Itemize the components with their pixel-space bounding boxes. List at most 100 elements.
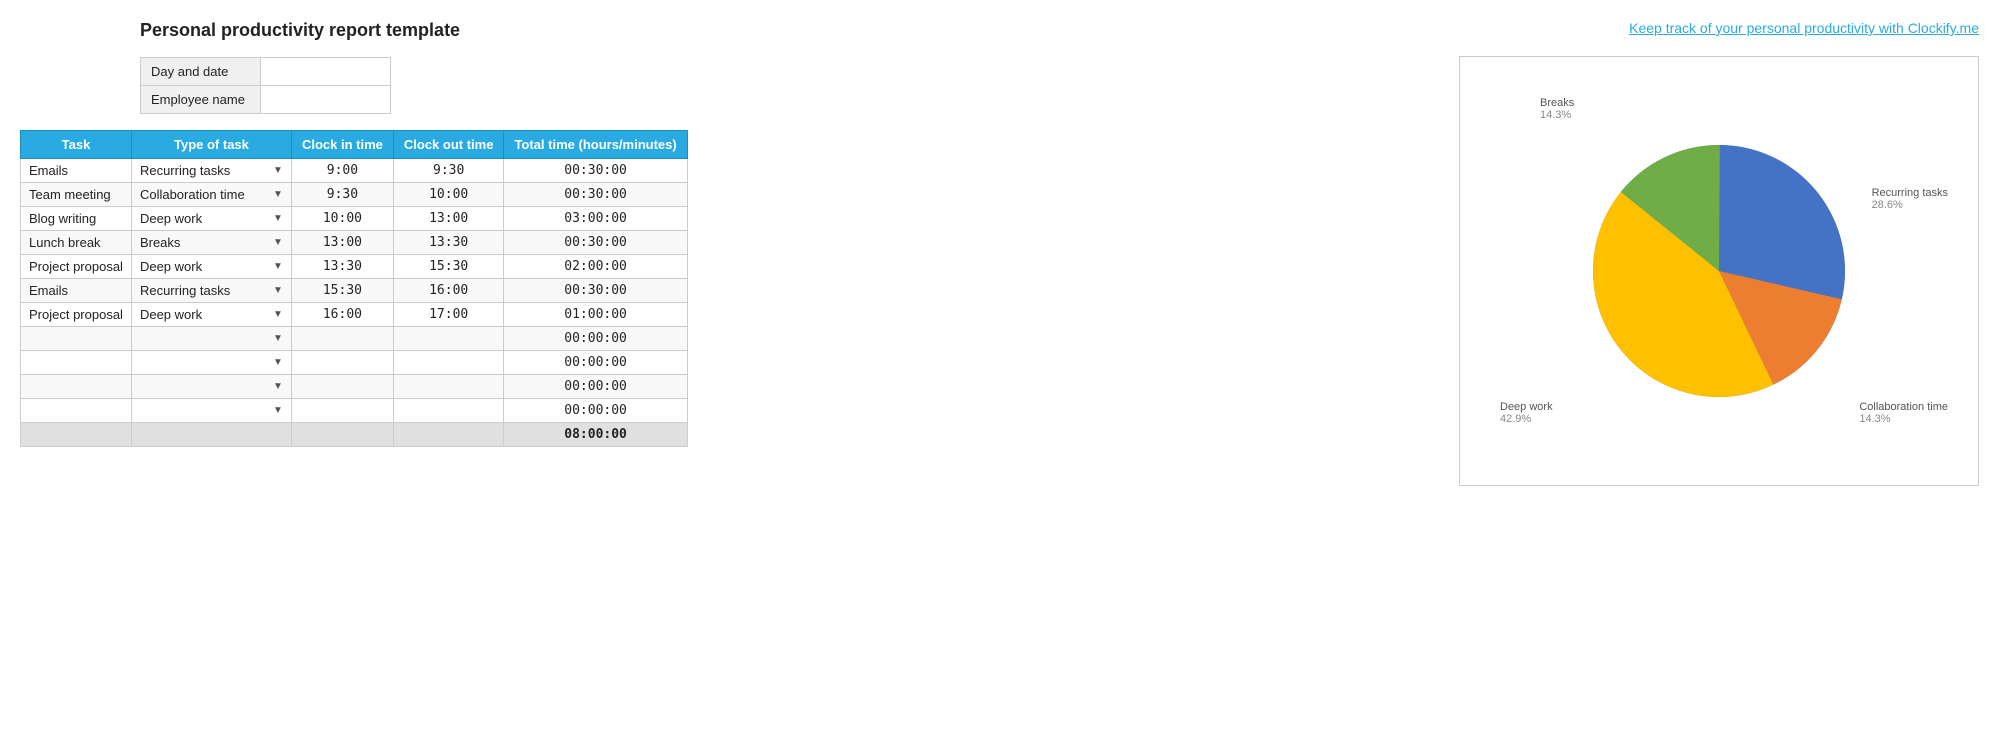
- cell-clock-in[interactable]: 9:30: [291, 183, 393, 207]
- cell-clock-out[interactable]: [393, 375, 504, 399]
- clockify-link[interactable]: Keep track of your personal productivity…: [1629, 20, 1979, 36]
- cell-task[interactable]: Team meeting: [21, 183, 132, 207]
- cell-clock-in[interactable]: [291, 327, 393, 351]
- dropdown-arrow-icon[interactable]: ▼: [273, 285, 283, 296]
- left-section: Personal productivity report template Da…: [20, 20, 688, 447]
- cell-task[interactable]: Project proposal: [21, 303, 132, 327]
- table-row: Project proposalDeep work▼13:3015:3002:0…: [21, 255, 688, 279]
- dropdown-arrow-icon[interactable]: ▼: [273, 357, 283, 368]
- type-label: Recurring tasks: [140, 283, 230, 298]
- cell-clock-in[interactable]: 15:30: [291, 279, 393, 303]
- employee-value[interactable]: [261, 86, 391, 114]
- table-row: ▼ 00:00:00: [21, 399, 688, 423]
- task-table: Task Type of task Clock in time Clock ou…: [20, 130, 688, 447]
- cell-clock-in[interactable]: 10:00: [291, 207, 393, 231]
- type-label: Recurring tasks: [140, 163, 230, 178]
- cell-type[interactable]: Collaboration time ▼: [131, 183, 291, 207]
- cell-clock-out[interactable]: 13:30: [393, 231, 504, 255]
- grand-total: 08:00:00: [504, 423, 687, 447]
- table-row: Emails Recurring tasks ▼ 9:009:3000:30:00: [21, 159, 688, 183]
- chart-container: Breaks 14.3% Recurring tasks 28.6% Deep …: [1459, 56, 1979, 486]
- cell-total: 03:00:00: [504, 207, 687, 231]
- cell-clock-out[interactable]: [393, 399, 504, 423]
- label-breaks: Breaks 14.3%: [1540, 97, 1574, 121]
- type-label: Collaboration time: [140, 187, 245, 202]
- cell-clock-out[interactable]: 13:00: [393, 207, 504, 231]
- dropdown-arrow-icon[interactable]: ▼: [273, 333, 283, 344]
- cell-total: 00:00:00: [504, 375, 687, 399]
- cell-task[interactable]: [21, 351, 132, 375]
- type-label: Deep work: [140, 307, 202, 322]
- type-label: Deep work: [140, 259, 202, 274]
- label-deep-work: Deep work 42.9%: [1500, 401, 1553, 425]
- table-row: ▼ 00:00:00: [21, 351, 688, 375]
- cell-task[interactable]: Lunch break: [21, 231, 132, 255]
- col-task: Task: [21, 131, 132, 159]
- dropdown-arrow-icon[interactable]: ▼: [273, 381, 283, 392]
- cell-total: 00:30:00: [504, 183, 687, 207]
- cell-task[interactable]: Emails: [21, 279, 132, 303]
- cell-clock-out[interactable]: [393, 351, 504, 375]
- cell-type[interactable]: ▼: [131, 399, 291, 423]
- cell-type[interactable]: Deep work ▼: [131, 255, 291, 279]
- cell-total: 00:30:00: [504, 159, 687, 183]
- dropdown-arrow-icon[interactable]: ▼: [273, 213, 283, 224]
- pie-chart: [1579, 131, 1859, 411]
- right-section: Keep track of your personal productivity…: [728, 20, 1979, 486]
- cell-clock-out[interactable]: 10:00: [393, 183, 504, 207]
- day-label: Day and date: [141, 58, 261, 86]
- cell-clock-in[interactable]: 13:30: [291, 255, 393, 279]
- dropdown-arrow-icon[interactable]: ▼: [273, 261, 283, 272]
- type-label: Breaks: [140, 235, 180, 250]
- cell-clock-out[interactable]: 17:00: [393, 303, 504, 327]
- col-clock-out: Clock out time: [393, 131, 504, 159]
- cell-task[interactable]: [21, 327, 132, 351]
- cell-type[interactable]: ▼: [131, 375, 291, 399]
- cell-clock-out[interactable]: 16:00: [393, 279, 504, 303]
- cell-clock-out[interactable]: 9:30: [393, 159, 504, 183]
- day-value[interactable]: [261, 58, 391, 86]
- table-row: Lunch breakBreaks▼13:0013:3000:30:00: [21, 231, 688, 255]
- cell-task[interactable]: Project proposal: [21, 255, 132, 279]
- cell-clock-in[interactable]: [291, 351, 393, 375]
- cell-type[interactable]: Recurring tasks ▼: [131, 159, 291, 183]
- cell-type[interactable]: Recurring tasks ▼: [131, 279, 291, 303]
- table-row: Blog writingDeep work▼10:0013:0003:00:00: [21, 207, 688, 231]
- cell-task[interactable]: [21, 399, 132, 423]
- label-collab: Collaboration time 14.3%: [1859, 401, 1948, 425]
- cell-total: 00:00:00: [504, 327, 687, 351]
- dropdown-arrow-icon[interactable]: ▼: [273, 405, 283, 416]
- cell-task[interactable]: [21, 375, 132, 399]
- cell-total: 00:30:00: [504, 279, 687, 303]
- info-table: Day and date Employee name: [140, 57, 391, 114]
- table-row: ▼ 00:00:00: [21, 375, 688, 399]
- col-type: Type of task: [131, 131, 291, 159]
- dropdown-arrow-icon[interactable]: ▼: [273, 309, 283, 320]
- total-row: 08:00:00: [21, 423, 688, 447]
- cell-task[interactable]: Blog writing: [21, 207, 132, 231]
- col-clock-in: Clock in time: [291, 131, 393, 159]
- label-recurring: Recurring tasks 28.6%: [1872, 187, 1948, 211]
- dropdown-arrow-icon[interactable]: ▼: [273, 165, 283, 176]
- cell-total: 00:00:00: [504, 399, 687, 423]
- cell-type[interactable]: Deep work▼: [131, 207, 291, 231]
- dropdown-arrow-icon[interactable]: ▼: [273, 189, 283, 200]
- cell-clock-out[interactable]: 15:30: [393, 255, 504, 279]
- cell-clock-in[interactable]: 16:00: [291, 303, 393, 327]
- cell-clock-in[interactable]: [291, 375, 393, 399]
- cell-clock-in[interactable]: 9:00: [291, 159, 393, 183]
- cell-total: 00:00:00: [504, 351, 687, 375]
- cell-task[interactable]: Emails: [21, 159, 132, 183]
- cell-clock-in[interactable]: 13:00: [291, 231, 393, 255]
- cell-type[interactable]: Deep work ▼: [131, 303, 291, 327]
- cell-type[interactable]: ▼: [131, 351, 291, 375]
- cell-total: 01:00:00: [504, 303, 687, 327]
- cell-clock-out[interactable]: [393, 327, 504, 351]
- cell-clock-in[interactable]: [291, 399, 393, 423]
- cell-type[interactable]: ▼: [131, 327, 291, 351]
- report-title: Personal productivity report template: [140, 20, 688, 41]
- employee-label: Employee name: [141, 86, 261, 114]
- table-row: Team meeting Collaboration time ▼ 9:3010:00…: [21, 183, 688, 207]
- dropdown-arrow-icon[interactable]: ▼: [273, 237, 283, 248]
- cell-type[interactable]: Breaks ▼: [131, 231, 291, 255]
